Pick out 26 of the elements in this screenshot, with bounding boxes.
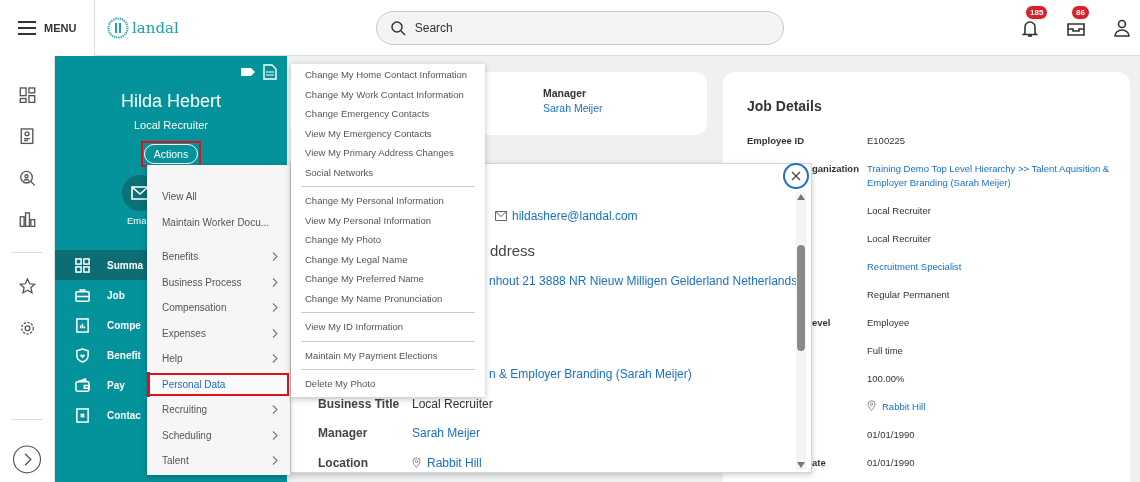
field-label: Employee ID: [747, 135, 805, 146]
employee-name: Hilda Hebert: [119, 90, 222, 112]
field-label: Location: [318, 455, 369, 470]
inbox-badge: 86: [1071, 4, 1090, 20]
notification-badge: 185: [1025, 4, 1049, 20]
field-value: Local Recruiter: [867, 205, 931, 216]
manager-label: Manager: [543, 87, 588, 99]
email-label: Ema: [127, 215, 147, 226]
section-heading: ddress: [490, 241, 536, 261]
employee-title: Local Recruiter: [133, 118, 209, 132]
field-label: Business Title: [318, 396, 401, 411]
field-label: evel: [812, 316, 831, 330]
field-label: ate: [812, 456, 826, 470]
field-value: Employee: [867, 317, 910, 328]
field-value: Local Recruiter: [867, 233, 931, 244]
field-value: 01/01/1990: [867, 457, 915, 468]
card-title: Job Details: [747, 97, 823, 116]
field-value: Local Recruiter: [412, 396, 493, 411]
field-label: ganization: [812, 162, 859, 176]
field-label: Manager: [318, 426, 369, 441]
field-value: Full time: [867, 345, 903, 356]
field-value: E100225: [867, 135, 906, 146]
field-value: 100.00%: [867, 373, 905, 384]
field-value: Regular Permanent: [867, 289, 950, 300]
logo-text: landal: [132, 18, 179, 37]
field-value: 01/01/1990: [867, 429, 915, 440]
